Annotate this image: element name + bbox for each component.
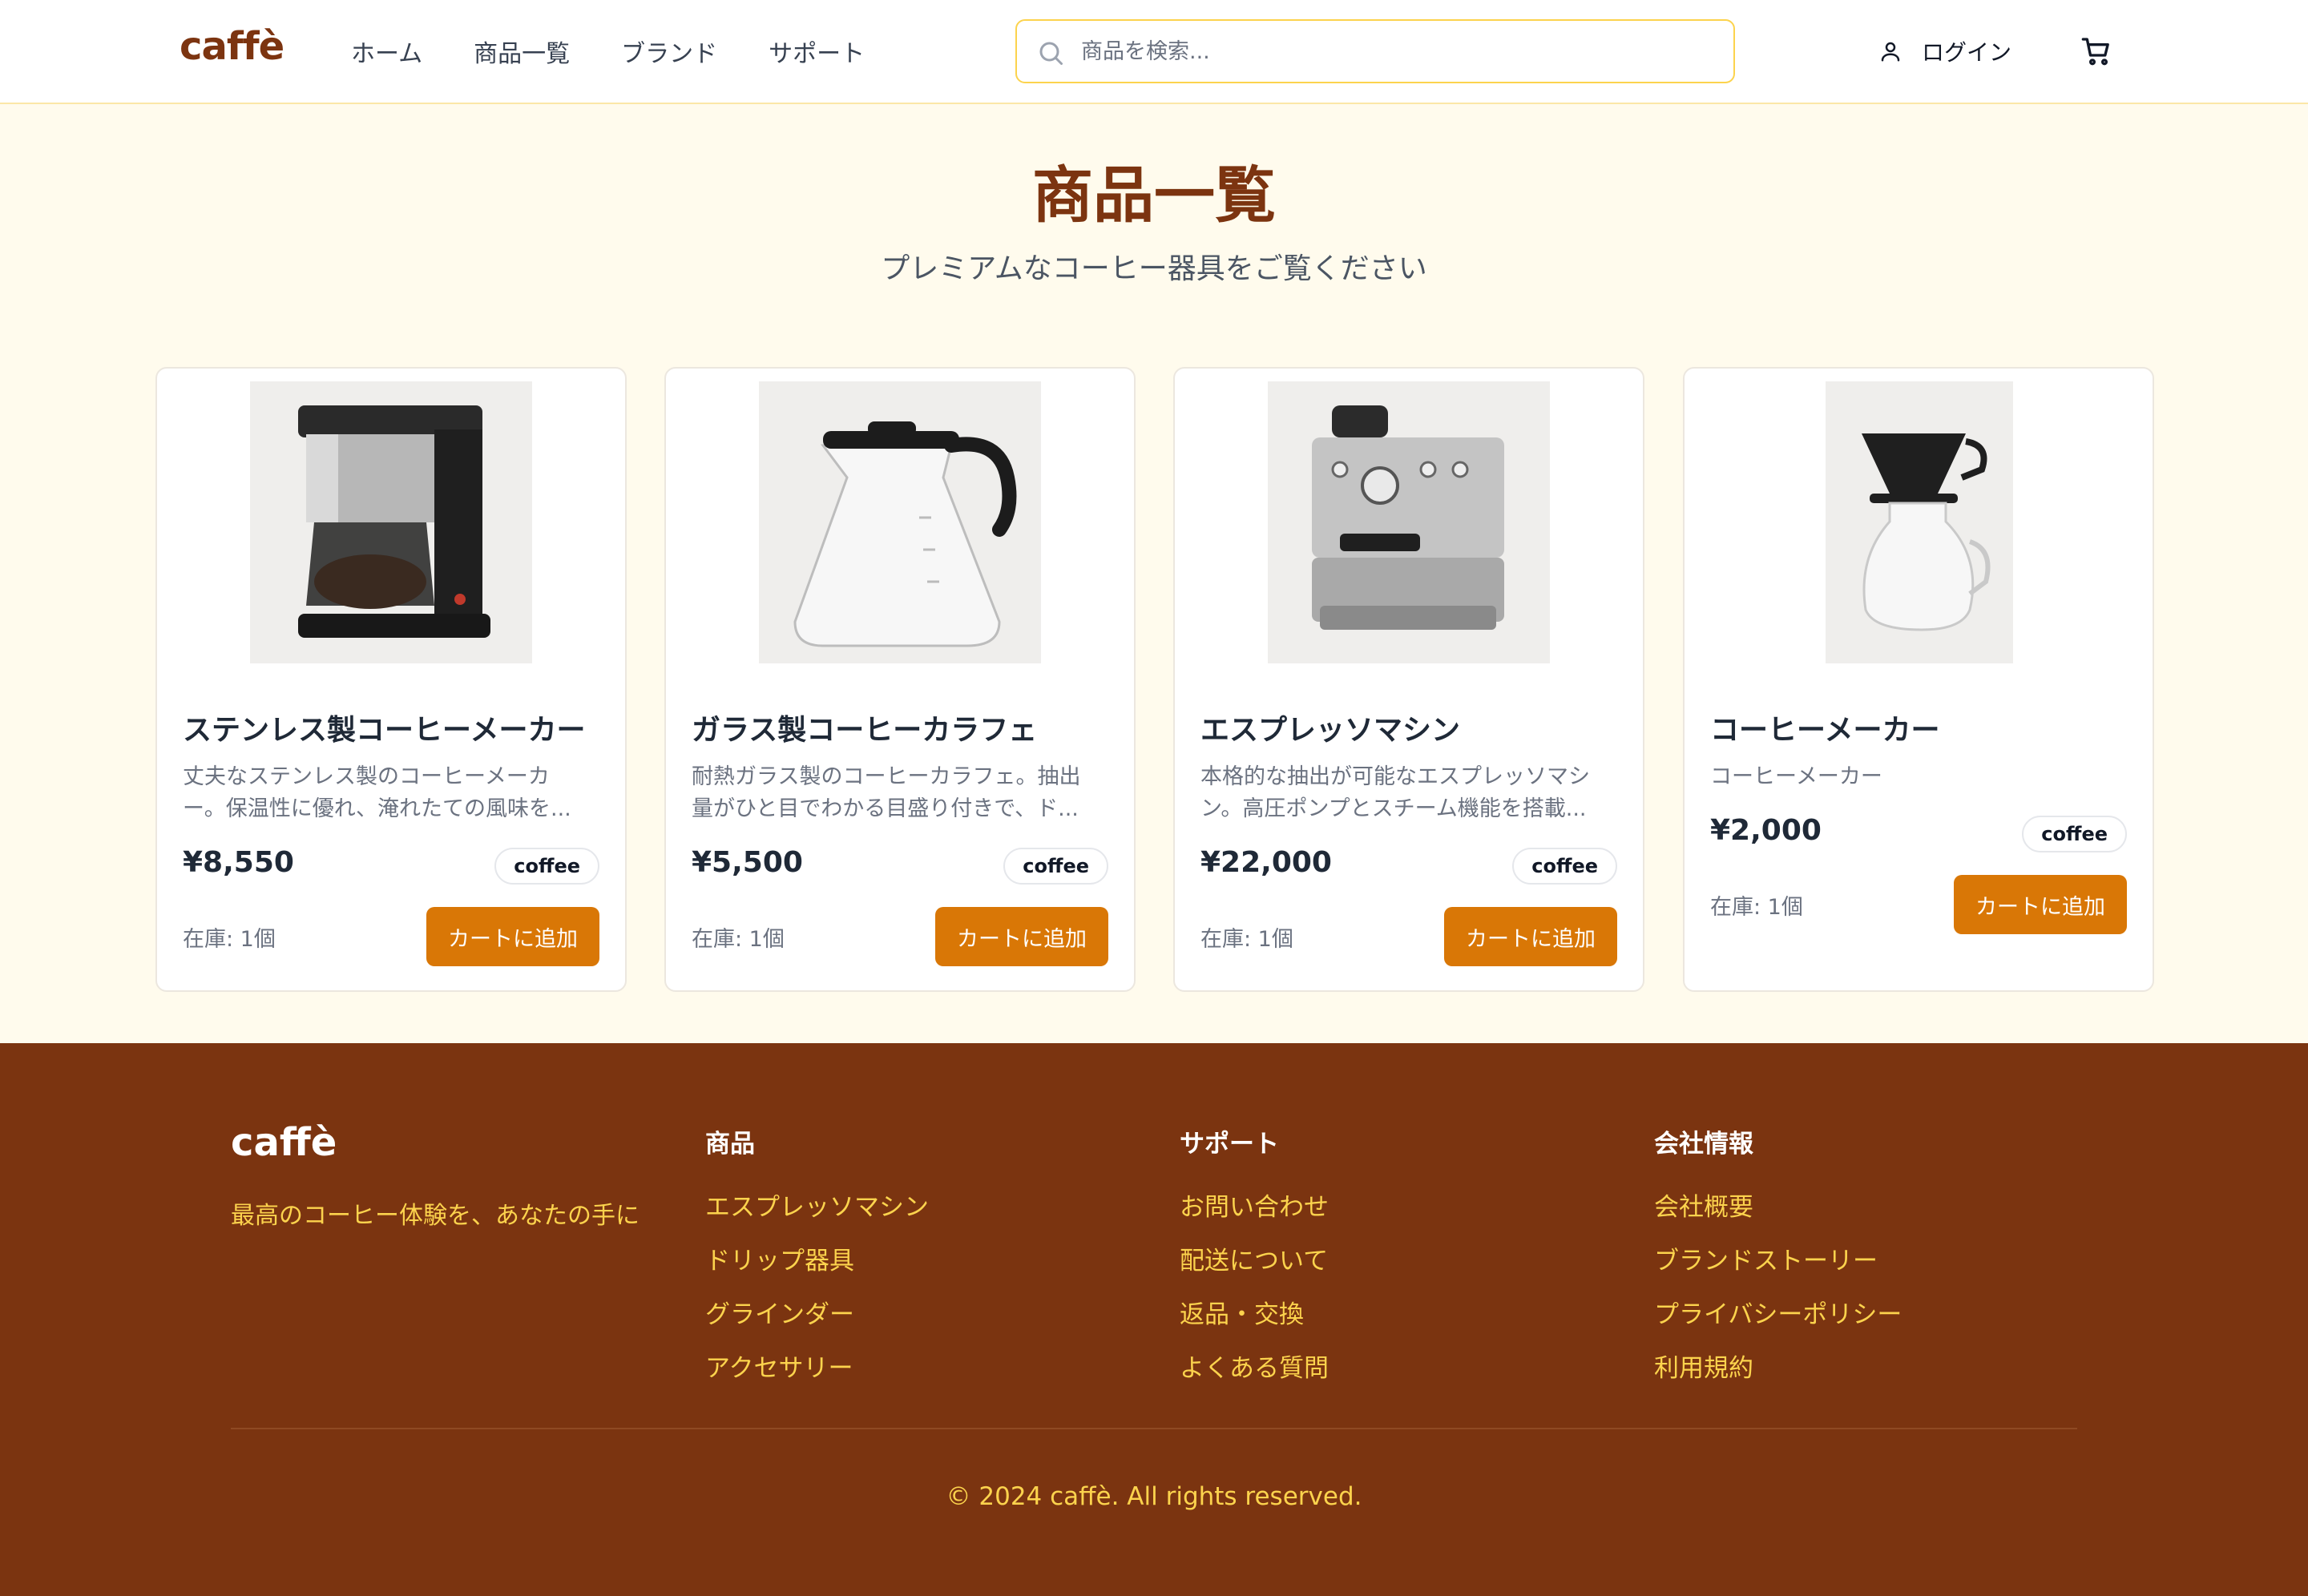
category-badge: coffee [1512,848,1617,885]
category-badge: coffee [494,848,599,885]
stock-label: 在庫: 1個 [183,927,276,952]
add-to-cart-button[interactable]: カートに追加 [935,907,1108,966]
login-button[interactable]: ログイン [1878,32,2011,71]
product-price: ¥22,000 [1200,846,1332,879]
product-image[interactable] [250,381,532,663]
product-card[interactable]: エスプレッソマシン 本格的な抽出が可能なエスプレッソマシン。高圧ポンプとスチーム… [1173,367,1644,992]
product-name[interactable]: コーヒーメーカー [1710,707,2135,748]
stock-label: 在庫: 1個 [1200,927,1293,952]
footer-link[interactable]: アクセサリー [705,1348,929,1384]
user-icon [1881,42,1900,62]
footer-link[interactable]: よくある質問 [1180,1348,1329,1384]
carafe-image [759,381,1041,663]
page-title: 商品一覧 [1032,159,1276,231]
product-price: ¥8,550 [183,846,294,879]
product-description: 耐熱ガラス製のコーヒーカラフェ。抽出量がひと目でわかる目盛り付きで、ド... [692,764,1081,821]
cart-icon[interactable] [2080,35,2112,67]
add-to-cart-button[interactable]: カートに追加 [1444,907,1617,966]
footer-link[interactable]: プライバシーポリシー [1654,1294,1902,1330]
product-card[interactable]: ステンレス製コーヒーメーカー 丈夫なステンレス製のコーヒーメーカー。保温性に優れ… [155,367,627,992]
nav-brands[interactable]: ブランド [621,34,717,69]
product-card[interactable]: ガラス製コーヒーカラフェ 耐熱ガラス製のコーヒーカラフェ。抽出量がひと目でわかる… [664,367,1136,992]
dripper-image [1826,381,2013,663]
espresso-machine-image [1268,381,1550,663]
footer-column-support: サポート お問い合わせ 配送について 返品・交換 よくある質問 [1180,1123,1329,1401]
product-description: 丈夫なステンレス製のコーヒーメーカー。保温性に優れ、淹れたての風味を... [183,764,571,821]
footer-column-company: 会社情報 会社概要 ブランドストーリー プライバシーポリシー 利用規約 [1654,1123,1902,1401]
stock-label: 在庫: 1個 [1710,895,1803,920]
footer-link[interactable]: エスプレッソマシン [705,1187,929,1223]
product-price: ¥2,000 [1710,814,1822,847]
main-nav: ホーム 商品一覧 ブランド サポート [351,0,865,103]
category-badge: coffee [2022,816,2127,852]
footer-link[interactable]: グラインダー [705,1294,929,1330]
footer-column-products: 商品 エスプレッソマシン ドリップ器具 グラインダー アクセサリー [705,1123,929,1401]
stock-label: 在庫: 1個 [692,927,785,952]
product-name[interactable]: エスプレッソマシン [1200,707,1625,748]
add-to-cart-button[interactable]: カートに追加 [426,907,599,966]
product-image[interactable] [1826,381,2013,663]
search-input[interactable] [1081,29,1714,74]
login-label: ログイン [1922,39,2012,66]
product-name[interactable]: ステンレス製コーヒーメーカー [183,707,607,748]
footer-column-title: 商品 [705,1130,755,1159]
logo[interactable]: caffè [180,24,284,69]
product-image[interactable] [759,381,1041,663]
footer-link[interactable]: 利用規約 [1654,1348,1902,1384]
site-footer: caffè 最高のコーヒー体験を、あなたの手に 商品 エスプレッソマシン ドリッ… [0,1043,2308,1596]
footer-link[interactable]: お問い合わせ [1180,1187,1329,1223]
footer-tagline: 最高のコーヒー体験を、あなたの手に [231,1202,640,1230]
footer-column-title: サポート [1180,1130,1279,1159]
nav-support[interactable]: サポート [769,34,865,69]
footer-link[interactable]: 会社概要 [1654,1187,1902,1223]
footer-link[interactable]: ドリップ器具 [705,1240,929,1276]
product-name[interactable]: ガラス製コーヒーカラフェ [692,707,1116,748]
category-badge: coffee [1003,848,1108,885]
footer-link[interactable]: 返品・交換 [1180,1294,1329,1330]
footer-logo: caffè [231,1120,337,1165]
product-card[interactable]: コーヒーメーカー コーヒーメーカー ¥2,000 coffee 在庫: 1個 カ… [1683,367,2154,992]
search-icon [1039,42,1063,65]
coffee-maker-image [250,381,532,663]
copyright: © 2024 caffè. All rights reserved. [946,1482,1362,1511]
nav-products[interactable]: 商品一覧 [474,34,570,69]
footer-link[interactable]: ブランドストーリー [1654,1240,1902,1276]
search-box [1015,19,1735,83]
site-header: caffè ホーム 商品一覧 ブランド サポート ログイン [0,0,2308,104]
footer-link[interactable]: 配送について [1180,1240,1329,1276]
nav-home[interactable]: ホーム [351,34,422,69]
page-subtitle: プレミアムなコーヒー器具をご覧ください [881,252,1427,285]
product-price: ¥5,500 [692,846,803,879]
product-description: 本格的な抽出が可能なエスプレッソマシン。高圧ポンプとスチーム機能を搭載... [1200,764,1590,821]
add-to-cart-button[interactable]: カートに追加 [1954,875,2127,934]
footer-divider [231,1428,2077,1429]
footer-column-title: 会社情報 [1654,1130,1753,1159]
product-image[interactable] [1268,381,1550,663]
